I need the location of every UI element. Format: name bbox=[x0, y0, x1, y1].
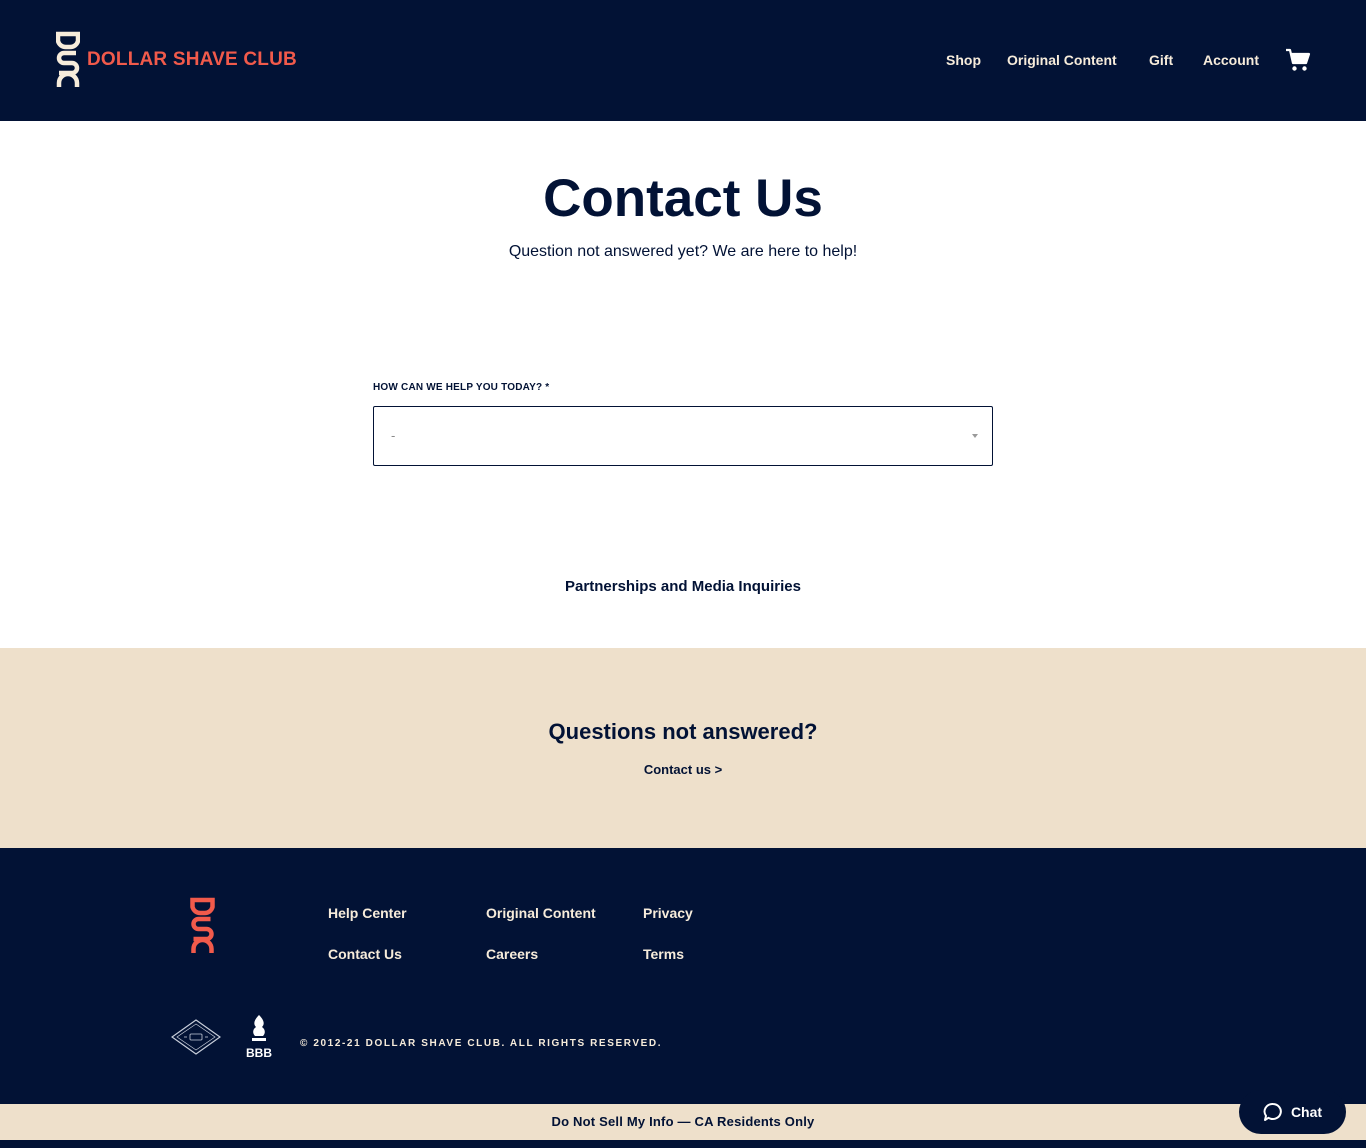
partners-link-row: Partnerships and Media Inquiries bbox=[0, 578, 1366, 595]
chat-label: Chat bbox=[1290, 1104, 1323, 1120]
footer-link-terms[interactable]: Terms bbox=[643, 946, 684, 962]
footer-link-contact-us[interactable]: Contact Us bbox=[328, 946, 402, 962]
footer-link-careers[interactable]: Careers bbox=[486, 946, 538, 962]
site-header: DOLLAR SHAVE CLUB Shop Original Content … bbox=[0, 0, 1366, 121]
chevron-down-icon bbox=[972, 434, 978, 438]
contact-us-link[interactable]: Contact us > bbox=[644, 762, 722, 777]
site-footer: Help Center Contact Us Original Content … bbox=[0, 848, 1366, 1104]
nav-shop[interactable]: Shop bbox=[946, 52, 981, 68]
ccpa-bar: Do Not Sell My Info — CA Residents Only bbox=[0, 1104, 1366, 1140]
ccpa-row: Do Not Sell My Info — CA Residents Only bbox=[0, 1114, 1366, 1129]
dsc-logo-icon bbox=[56, 31, 80, 87]
help-topic-label: HOW CAN WE HELP YOU TODAY? * bbox=[373, 382, 550, 393]
page-subtitle: Question not answered yet? We are here t… bbox=[508, 243, 858, 260]
help-topic-select[interactable]: - bbox=[373, 406, 993, 466]
chat-button[interactable]: Chat bbox=[1239, 1090, 1346, 1134]
footer-link-privacy[interactable]: Privacy bbox=[643, 905, 693, 921]
logo-text: DOLLAR SHAVE CLUB bbox=[87, 49, 297, 70]
partnerships-media-link[interactable]: Partnerships and Media Inquiries bbox=[565, 578, 801, 595]
bottom-strip bbox=[0, 1140, 1366, 1148]
nav-account[interactable]: Account bbox=[1203, 52, 1259, 68]
footer-link-help-center[interactable]: Help Center bbox=[328, 905, 407, 921]
footer-link-original-content[interactable]: Original Content bbox=[486, 905, 596, 921]
questions-link-row: Contact us > bbox=[0, 762, 1366, 777]
questions-heading: Questions not answered? bbox=[548, 719, 818, 744]
established-badge-icon bbox=[171, 1019, 221, 1055]
help-topic-selected-value: - bbox=[391, 428, 396, 443]
chat-bubble-icon bbox=[1263, 1103, 1282, 1121]
dsc-footer-logo-icon[interactable] bbox=[190, 897, 215, 955]
copyright-text: © 2012-21 DOLLAR SHAVE CLUB. ALL RIGHTS … bbox=[300, 1038, 663, 1049]
nav-gift[interactable]: Gift bbox=[1149, 52, 1173, 68]
bbb-accredited-icon[interactable]: BBB bbox=[244, 1014, 274, 1060]
cart-icon[interactable] bbox=[1285, 47, 1311, 73]
logo-link[interactable]: DOLLAR SHAVE CLUB bbox=[56, 31, 297, 89]
questions-band: Questions not answered? Contact us > bbox=[0, 648, 1366, 848]
page-title: Contact Us bbox=[543, 169, 823, 228]
do-not-sell-link[interactable]: Do Not Sell My Info — CA Residents Only bbox=[551, 1114, 814, 1129]
bbb-text: BBB bbox=[246, 1046, 272, 1060]
nav-original-content[interactable]: Original Content bbox=[1007, 52, 1117, 68]
